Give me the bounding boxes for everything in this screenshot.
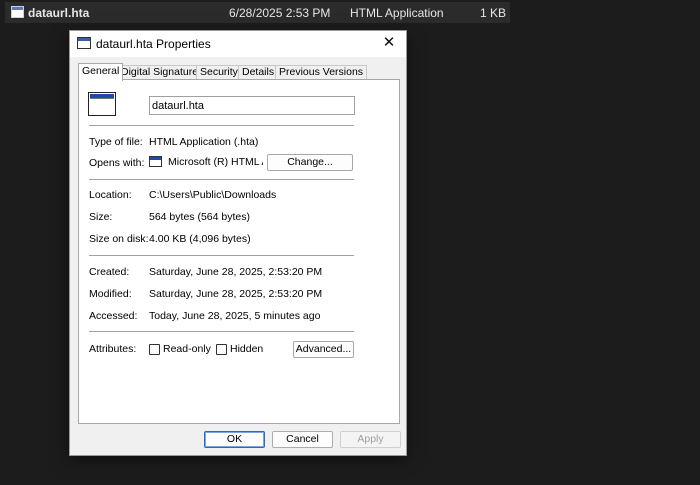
separator: [89, 125, 354, 126]
separator: [89, 331, 354, 332]
created-label: Created:: [89, 266, 130, 278]
modified-label: Modified:: [89, 288, 132, 300]
file-name: dataurl.hta: [28, 6, 90, 20]
tab-digital-signatures[interactable]: Digital Signatures: [117, 65, 208, 80]
change-button[interactable]: Change...: [267, 154, 353, 171]
location-label: Location:: [89, 189, 132, 201]
separator: [89, 179, 354, 180]
hta-file-icon: [11, 6, 24, 18]
file-type: HTML Application: [350, 6, 444, 20]
ok-button[interactable]: OK: [204, 431, 265, 448]
separator: [89, 255, 354, 256]
close-button[interactable]: ✕: [374, 31, 404, 55]
app-window-icon: [77, 37, 91, 49]
opens-with-value: Microsoft (R) HTML Application host: [168, 156, 263, 168]
app-window-icon: [149, 156, 162, 167]
size-on-disk-label: Size on disk:: [89, 233, 149, 245]
dialog-titlebar[interactable]: dataurl.hta Properties ✕: [70, 31, 406, 57]
hidden-checkbox[interactable]: [216, 344, 227, 355]
created-value: Saturday, June 28, 2025, 2:53:20 PM: [149, 266, 323, 278]
hidden-label: Hidden: [230, 343, 264, 355]
file-name-field[interactable]: [149, 96, 355, 115]
general-tab-panel: Type of file: HTML Application (.hta) Op…: [78, 79, 400, 424]
file-size: 1 KB: [479, 6, 506, 20]
type-of-file-value: HTML Application (.hta): [149, 136, 259, 148]
opens-with-label: Opens with:: [89, 157, 145, 169]
dialog-title: dataurl.hta Properties: [96, 37, 211, 51]
accessed-label: Accessed:: [89, 310, 138, 322]
location-value: C:\Users\Public\Downloads: [149, 189, 277, 201]
read-only-label: Read-only: [163, 343, 211, 355]
properties-dialog: dataurl.hta Properties ✕ General Digital…: [69, 30, 407, 456]
tab-security[interactable]: Security: [196, 65, 242, 80]
modified-value: Saturday, June 28, 2025, 2:53:20 PM: [149, 288, 323, 300]
size-value: 564 bytes (564 bytes): [149, 211, 250, 223]
file-date-modified: 6/28/2025 2:53 PM: [229, 6, 331, 20]
tab-details[interactable]: Details: [238, 65, 279, 80]
apply-button[interactable]: Apply: [340, 431, 401, 448]
read-only-checkbox[interactable]: [149, 344, 160, 355]
cancel-button[interactable]: Cancel: [272, 431, 333, 448]
tab-general[interactable]: General: [78, 63, 124, 81]
advanced-button[interactable]: Advanced...: [293, 341, 354, 358]
size-on-disk-value: 4.00 KB (4,096 bytes): [149, 233, 251, 245]
accessed-value: Today, June 28, 2025, 5 minutes ago: [149, 310, 321, 322]
type-of-file-label: Type of file:: [89, 136, 143, 148]
explorer-file-row[interactable]: dataurl.hta 6/28/2025 2:53 PM HTML Appli…: [5, 2, 510, 23]
size-label: Size:: [89, 211, 113, 223]
file-type-icon: [88, 92, 116, 116]
tab-previous-versions[interactable]: Previous Versions: [275, 65, 368, 80]
attributes-label: Attributes:: [89, 343, 137, 355]
